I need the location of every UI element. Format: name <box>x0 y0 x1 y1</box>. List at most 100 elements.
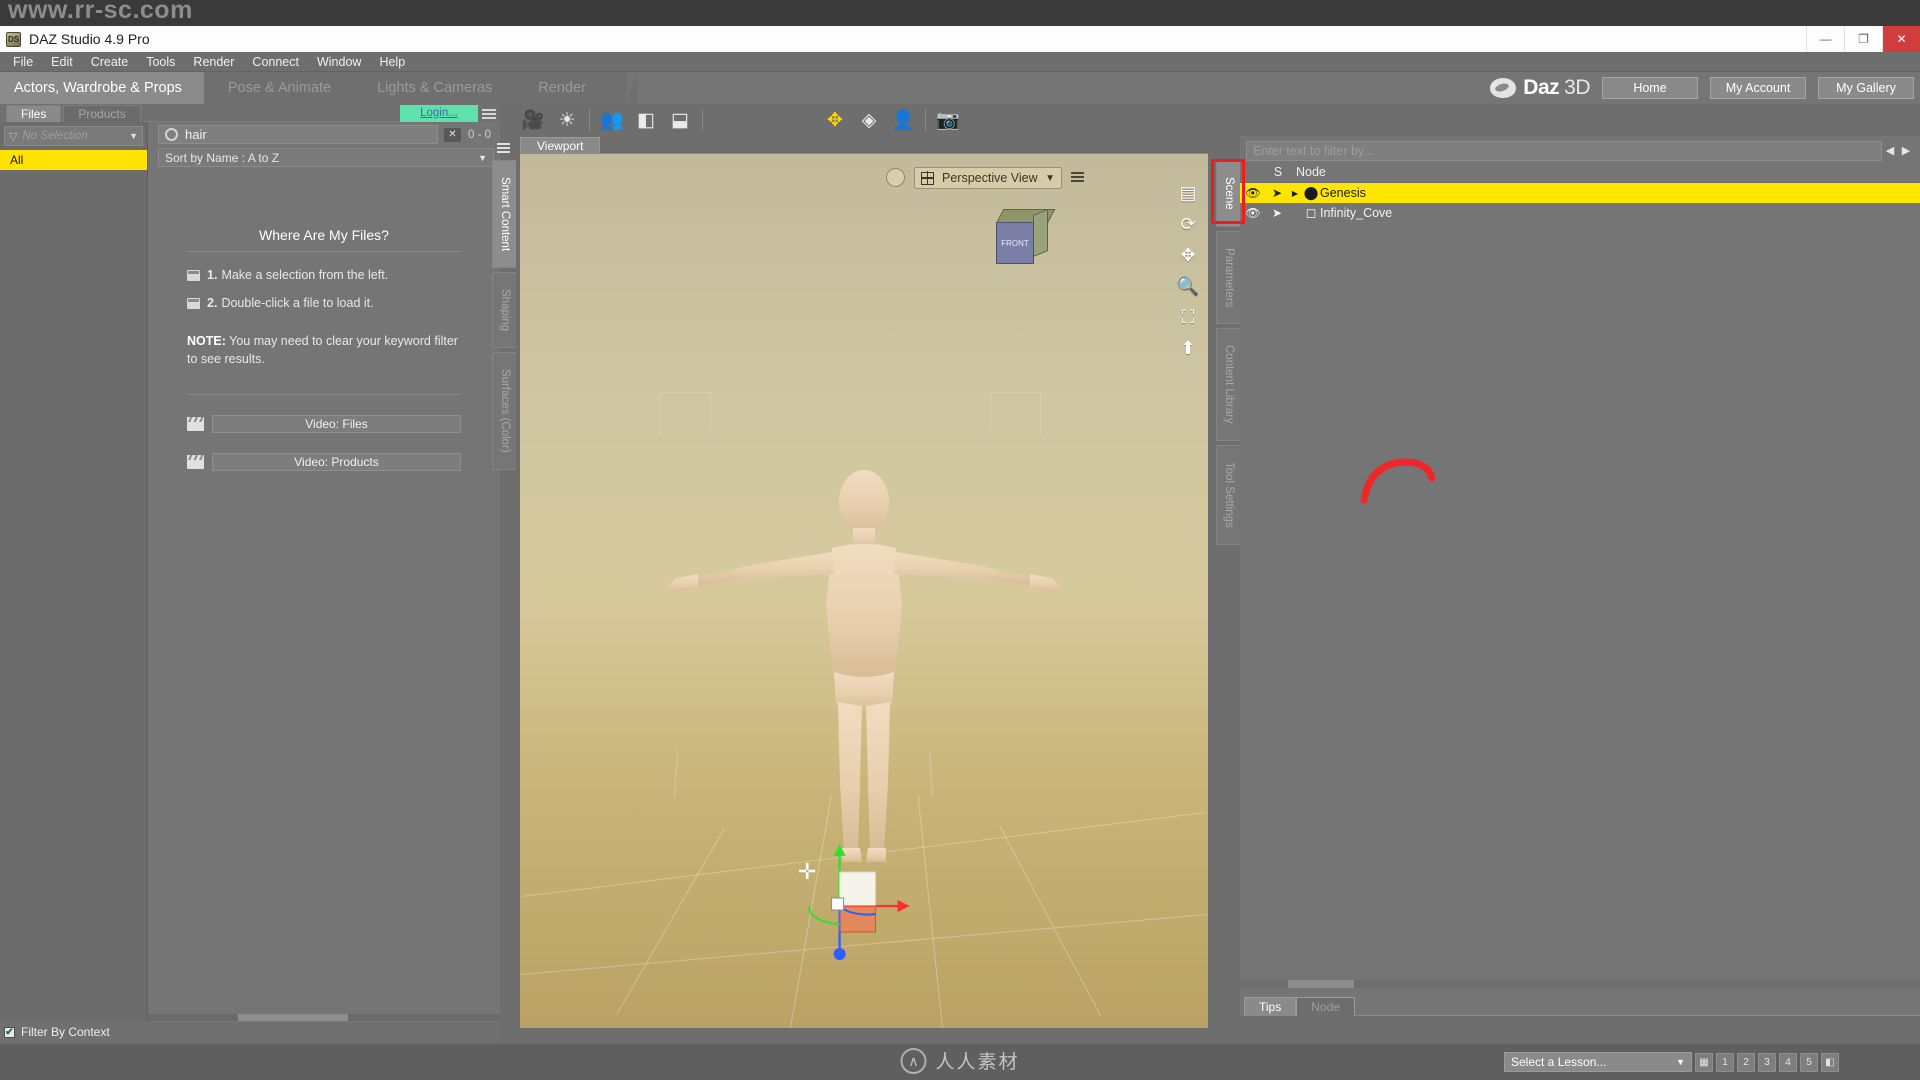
pan-icon[interactable]: ✥ <box>1176 244 1200 266</box>
scene-tree-row-genesis[interactable]: 👁 ➤ ▶ ⬤ Genesis <box>1240 183 1920 203</box>
scene-horizontal-scrollbar[interactable] <box>1240 980 1920 988</box>
menu-item-file[interactable]: File <box>4 53 42 71</box>
add-camera-icon[interactable]: 🎥 <box>516 105 550 135</box>
watermark-center-text: 人人素材 <box>935 1052 1020 1073</box>
viewport-menu-icon[interactable]: ▤ <box>1176 182 1200 204</box>
clear-search-button[interactable]: ✕ <box>443 127 461 142</box>
grid-icon <box>920 171 934 185</box>
filter-next-button[interactable]: ▶ <box>1898 141 1914 161</box>
prop-node-icon: ◻ <box>1305 205 1317 220</box>
content-library-pane: Files Products Login... ▽ No Selection ▼… <box>0 104 500 1042</box>
maximize-button[interactable]: ❐ <box>1844 26 1882 52</box>
surface-selection-icon[interactable]: ◈ <box>852 105 886 135</box>
nav-my-account-button[interactable]: My Account <box>1710 77 1806 99</box>
menu-item-create[interactable]: Create <box>82 53 138 71</box>
reset-view-icon[interactable]: ⬆ <box>1176 337 1200 359</box>
video-files-button[interactable]: Video: Files <box>212 415 461 434</box>
lesson-button-4[interactable]: 4 <box>1779 1052 1797 1072</box>
step-text: Double-click a file to load it. <box>221 296 374 310</box>
view-cube-side[interactable] <box>1033 208 1048 257</box>
vtab-smart-content[interactable]: Smart Content <box>492 160 516 269</box>
viewport-3d-canvas[interactable]: Perspective View ▼ FRONT ▤ ⟳ ✥ 🔍 ⛶ ⬆ ✛ <box>520 154 1208 1028</box>
search-row: hair ✕ 0 - 0 <box>148 122 500 144</box>
selectable-arrow-icon[interactable]: ➤ <box>1266 206 1288 220</box>
orbit-icon[interactable]: ⟳ <box>1176 213 1200 235</box>
scene-filter-input[interactable]: Enter text to filter by... <box>1246 140 1882 161</box>
selection-filter-dropdown[interactable]: ▽ No Selection ▼ <box>4 126 143 146</box>
menu-item-connect[interactable]: Connect <box>243 53 308 71</box>
menu-item-window[interactable]: Window <box>308 53 370 71</box>
scene-tree-row-infinity-cove[interactable]: 👁 ➤ ◻ Infinity_Cove <box>1240 203 1920 223</box>
vtab-shaping[interactable]: Shaping <box>492 272 516 349</box>
expander-chevron-icon[interactable]: ▶ <box>1288 189 1302 198</box>
figure-node-icon: ⬤ <box>1303 185 1319 200</box>
zoom-icon[interactable]: 🔍 <box>1176 275 1200 297</box>
lesson-button-1[interactable]: 1 <box>1716 1052 1734 1072</box>
menu-item-tools[interactable]: Tools <box>137 53 184 71</box>
universal-tool-icon[interactable]: ✥ <box>818 105 852 135</box>
scene-tree-header: S Node <box>1240 162 1920 183</box>
activity-tab-pose[interactable]: Pose & Animate <box>203 72 365 104</box>
filter-prev-button[interactable]: ◀ <box>1882 141 1898 161</box>
lesson-select-label: Select a Lesson... <box>1511 1055 1607 1069</box>
tab-tips[interactable]: Tips <box>1244 997 1297 1016</box>
minimize-button[interactable]: — <box>1806 26 1844 52</box>
video-products-button[interactable]: Video: Products <box>212 453 461 472</box>
step-number: 2. <box>207 296 218 310</box>
filter-by-context-row[interactable]: ✔ Filter By Context <box>0 1022 500 1042</box>
genesis-figure[interactable] <box>654 454 1074 874</box>
lesson-button-6[interactable]: ◧ <box>1821 1052 1839 1072</box>
filter-by-context-checkbox[interactable]: ✔ <box>4 1026 15 1038</box>
lesson-button-3[interactable]: 3 <box>1758 1052 1776 1072</box>
add-light-icon[interactable]: ☀ <box>550 105 584 135</box>
viewport-menu-icon[interactable] <box>1068 168 1086 185</box>
view-cube[interactable]: FRONT <box>996 208 1056 265</box>
render-camera-icon[interactable]: 📷 <box>931 105 965 135</box>
chevron-down-icon: ▼ <box>478 152 487 163</box>
figure-group-icon[interactable]: 👥 <box>595 105 629 135</box>
files-column: hair ✕ 0 - 0 Sort by Name : A to Z ▼ Whe… <box>148 122 500 1042</box>
tab-products[interactable]: Products <box>63 105 141 122</box>
lesson-select-dropdown[interactable]: Select a Lesson... ▼ <box>1504 1052 1692 1072</box>
activity-tab-render[interactable]: Render <box>514 72 637 104</box>
nav-my-gallery-button[interactable]: My Gallery <box>1818 77 1914 99</box>
video-products-row: Video: Products <box>187 453 461 472</box>
node-selection-icon[interactable]: 👤 <box>886 105 920 135</box>
view-selector-dropdown[interactable]: Perspective View ▼ <box>914 167 1062 189</box>
nav-home-button[interactable]: Home <box>1602 77 1698 99</box>
lesson-button-2[interactable]: 2 <box>1737 1052 1755 1072</box>
chevron-down-icon: ▼ <box>129 131 138 141</box>
activity-tab-lights[interactable]: Lights & Cameras <box>353 72 526 104</box>
login-button[interactable]: Login... <box>400 105 478 122</box>
tab-files[interactable]: Files <box>6 105 62 122</box>
sort-dropdown[interactable]: Sort by Name : A to Z ▼ <box>158 148 494 167</box>
video-files-row: Video: Files <box>187 415 461 434</box>
vtab-surfaces-color[interactable]: Surfaces (Color) <box>492 352 516 471</box>
vtab-parameters[interactable]: Parameters <box>1216 230 1240 325</box>
tab-viewport[interactable]: Viewport <box>520 137 601 154</box>
menu-item-render[interactable]: Render <box>184 53 243 71</box>
window-title: DAZ Studio 4.9 Pro <box>29 31 150 47</box>
view-globe-icon[interactable] <box>886 168 905 187</box>
category-item-all[interactable]: All <box>0 150 147 170</box>
app-icon: DS <box>6 31 21 47</box>
menu-item-edit[interactable]: Edit <box>42 53 82 71</box>
lesson-button-0[interactable]: ▦ <box>1695 1052 1713 1072</box>
panel-options-icon[interactable] <box>493 140 515 156</box>
vtab-tool-settings[interactable]: Tool Settings <box>1216 444 1240 545</box>
selectable-arrow-icon[interactable]: ➤ <box>1266 186 1288 200</box>
frame-icon[interactable]: ⛶ <box>1176 306 1200 328</box>
transform-gizmo[interactable] <box>802 844 922 964</box>
vtab-content-library[interactable]: Content Library <box>1216 328 1240 441</box>
tab-node[interactable]: Node <box>1296 997 1355 1016</box>
lesson-button-5[interactable]: 5 <box>1800 1052 1818 1072</box>
close-button[interactable]: ✕ <box>1882 26 1920 52</box>
search-input[interactable]: hair <box>158 125 438 144</box>
pane-options-icon[interactable] <box>482 105 496 122</box>
activity-tab-actors[interactable]: Actors, Wardrobe & Props <box>0 72 215 104</box>
save-support-asset-icon[interactable]: ⬓ <box>663 105 697 135</box>
menu-item-help[interactable]: Help <box>370 53 414 71</box>
view-cube-front[interactable]: FRONT <box>996 222 1034 264</box>
left-pane-horizontal-scrollbar[interactable] <box>148 1014 500 1021</box>
save-scene-subset-icon[interactable]: ◧ <box>629 105 663 135</box>
